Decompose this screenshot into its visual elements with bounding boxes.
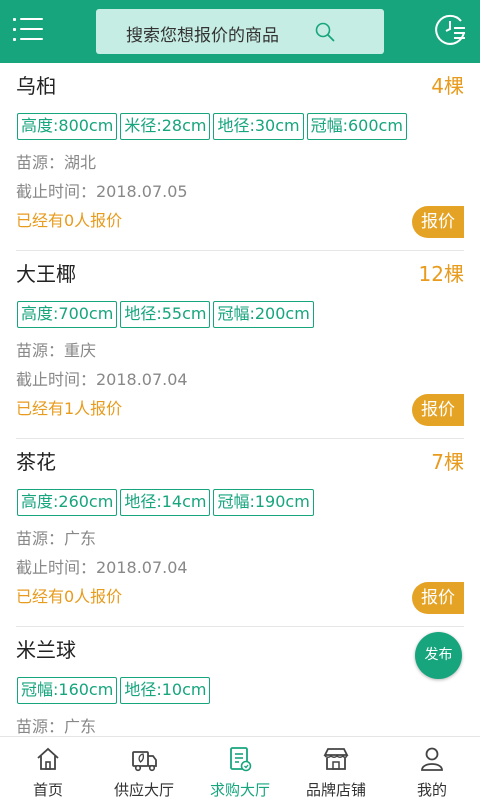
supply-truck-icon — [132, 751, 157, 772]
menu-icon[interactable] — [12, 15, 44, 43]
quote-button[interactable]: 报价 — [412, 206, 464, 238]
tab-label: 求购大厅 — [209, 781, 270, 799]
spec-tags: 高度:700cm 地径:55cm 冠幅:200cm — [17, 301, 314, 328]
spec-tags: 高度:800cm 米径:28cm 地径:30cm 冠幅:600cm — [17, 113, 407, 140]
home-icon — [37, 747, 59, 770]
quantity: 4棵 — [431, 74, 464, 98]
spec-tag: 米径:28cm — [120, 113, 211, 140]
search-icon[interactable] — [315, 22, 335, 42]
user-icon — [421, 747, 443, 771]
top-bar: 搜索您想报价的商品 — [0, 0, 480, 63]
spec-tag: 地径:10cm — [120, 677, 211, 704]
quantity: 12棵 — [418, 262, 464, 286]
quote-count: 已经有0人报价 — [16, 211, 123, 230]
tab-mine[interactable]: 我的 — [384, 737, 480, 800]
tab-supply-hall[interactable]: 供应大厅 — [96, 737, 192, 800]
quote-count: 已经有0人报价 — [16, 587, 123, 606]
tab-label: 供应大厅 — [113, 781, 174, 799]
spec-tag: 冠幅:600cm — [306, 113, 407, 140]
tab-purchase-hall[interactable]: 求购大厅 — [192, 737, 288, 800]
quote-count: 已经有1人报价 — [16, 399, 123, 418]
origin: 苗源：湖北 — [16, 153, 97, 172]
tab-label: 品牌店铺 — [305, 781, 366, 799]
search-bar[interactable]: 搜索您想报价的商品 — [96, 9, 384, 54]
spec-tag: 冠幅:200cm — [213, 301, 314, 328]
spec-tag: 地径:30cm — [213, 113, 304, 140]
spec-tag: 地径:14cm — [120, 489, 211, 516]
spec-tag: 高度:700cm — [17, 301, 118, 328]
spec-tags: 冠幅:160cm 地径:10cm — [17, 677, 211, 704]
spec-tag: 高度:800cm — [17, 113, 118, 140]
purchase-list: 乌桕 4棵 高度:800cm 米径:28cm 地径:30cm 冠幅:600cm 苗源：湖北截… — [0, 63, 480, 736]
tab-label: 我的 — [416, 781, 447, 799]
listing-item[interactable]: 米兰球冠幅:160cm 地径:10cm 苗源：广东 — [0, 627, 480, 736]
bottom-tab-bar: 首页 供应大厅 求购大厅 品牌店铺 我的 — [0, 736, 480, 800]
search-placeholder: 搜索您想报价的商品 — [126, 26, 279, 46]
spec-tag: 冠幅:190cm — [213, 489, 314, 516]
tab-home[interactable]: 首页 — [0, 737, 96, 800]
tab-label: 首页 — [32, 781, 63, 799]
quote-button[interactable]: 报价 — [412, 394, 464, 426]
spec-tag: 冠幅:160cm — [17, 677, 118, 704]
quote-button[interactable]: 报价 — [412, 582, 464, 614]
store-icon — [323, 748, 349, 770]
listing-item[interactable]: 茶花 7棵高度:260cm 地径:14cm 冠幅:190cm 苗源：广东截止时间：201… — [0, 439, 480, 627]
history-icon[interactable] — [434, 12, 468, 46]
publish-button[interactable]: 发布 — [415, 632, 462, 679]
tab-brand-stores[interactable]: 品牌店铺 — [288, 737, 384, 800]
plant-name: 大王椰 — [16, 262, 76, 286]
plant-name: 乌桕 — [16, 74, 56, 98]
plant-name: 茶花 — [16, 450, 56, 474]
origin: 苗源：广东 — [16, 529, 97, 548]
origin: 苗源：广东 — [16, 717, 97, 736]
purchase-list-icon — [230, 747, 252, 772]
listing-item[interactable]: 大王椰 12棵高度:700cm 地径:55cm 冠幅:200cm 苗源：重庆截止时间：2… — [0, 251, 480, 439]
deadline: 截止时间：2018.07.04 — [16, 370, 188, 389]
origin: 苗源：重庆 — [16, 341, 97, 360]
deadline: 截止时间：2018.07.05 — [16, 182, 188, 201]
listing-item[interactable]: 乌桕 4棵 高度:800cm 米径:28cm 地径:30cm 冠幅:600cm 苗源：湖北截… — [0, 63, 480, 251]
deadline: 截止时间：2018.07.04 — [16, 558, 188, 577]
spec-tag: 高度:260cm — [17, 489, 118, 516]
plant-name: 米兰球 — [16, 638, 76, 662]
quantity: 7棵 — [431, 450, 464, 474]
spec-tag: 地径:55cm — [120, 301, 211, 328]
spec-tags: 高度:260cm 地径:14cm 冠幅:190cm — [17, 489, 314, 516]
